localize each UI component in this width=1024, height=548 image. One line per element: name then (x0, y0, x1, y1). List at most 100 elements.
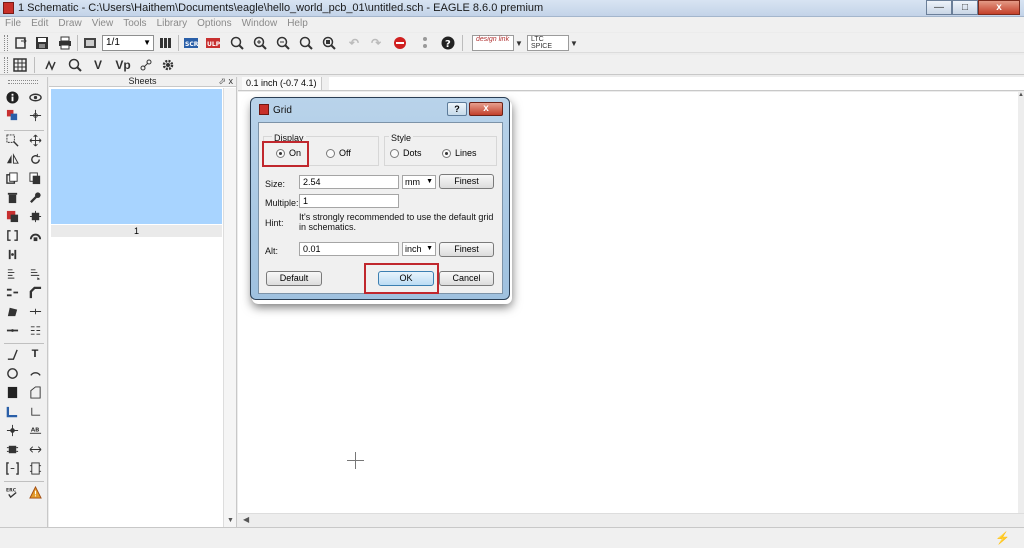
go-icon[interactable] (417, 35, 433, 51)
resize-grip-icon[interactable]: ⚡ (995, 531, 1010, 545)
help-icon[interactable]: ? (440, 35, 456, 51)
multiple-input[interactable]: 1 (299, 194, 399, 208)
dimension-icon[interactable] (28, 442, 42, 456)
script-icon[interactable]: SCR (183, 35, 199, 51)
modules-icon[interactable] (28, 461, 42, 475)
line-icon[interactable] (5, 347, 19, 361)
wrench-icon[interactable] (28, 190, 42, 204)
name-icon[interactable] (5, 266, 19, 280)
gear-icon[interactable] (160, 57, 176, 73)
delete-icon[interactable] (5, 190, 19, 204)
value-vp-icon[interactable]: Vp (114, 57, 132, 73)
erc-icon[interactable]: ERC (5, 485, 19, 499)
save-icon[interactable] (34, 35, 50, 51)
sheet-number[interactable]: 1 (51, 225, 222, 237)
alt-unit-select[interactable]: inch ▼ (402, 242, 436, 256)
group-icon[interactable] (5, 171, 19, 185)
copy-icon[interactable] (28, 171, 42, 185)
smash-icon[interactable] (5, 285, 19, 299)
pinswap-icon[interactable] (5, 228, 19, 242)
menu-file[interactable]: File (0, 17, 26, 32)
ulp-icon[interactable]: ULP (205, 35, 221, 51)
layers-icon[interactable] (5, 108, 19, 122)
menu-draw[interactable]: Draw (53, 17, 86, 32)
split-wire-icon[interactable] (5, 304, 19, 318)
zoom-select-icon[interactable] (321, 35, 337, 51)
sheet-select[interactable]: 1/1 ▼ (102, 35, 154, 51)
rectangle-icon[interactable] (5, 385, 19, 399)
circle-icon[interactable] (5, 366, 19, 380)
alt-finest-button[interactable]: Finest (439, 242, 494, 257)
canvas-vertical-scrollbar[interactable]: ▲ (1018, 92, 1024, 513)
scroll-up-icon[interactable]: ▲ (1018, 92, 1024, 98)
menu-options[interactable]: Options (192, 17, 236, 32)
stop-icon[interactable] (392, 35, 408, 51)
eye-icon[interactable] (28, 90, 42, 104)
minimize-button[interactable]: — (926, 0, 952, 15)
info-icon[interactable] (5, 90, 19, 104)
optimize-icon[interactable] (28, 304, 42, 318)
undo-icon[interactable]: ↶ (346, 35, 362, 51)
align-icon[interactable] (28, 323, 42, 337)
grid-icon[interactable] (12, 57, 28, 73)
frame-icon[interactable] (5, 461, 19, 475)
miter-icon[interactable] (28, 285, 42, 299)
cancel-button[interactable]: Cancel (439, 271, 494, 286)
slice-icon[interactable] (5, 323, 19, 337)
design-link-button[interactable]: design link (472, 35, 514, 51)
menu-help[interactable]: Help (282, 17, 313, 32)
panel-grip[interactable] (8, 80, 38, 84)
open-icon[interactable] (13, 35, 29, 51)
toolbar-grip[interactable] (4, 35, 8, 51)
size-unit-select[interactable]: mm ▼ (402, 175, 436, 189)
split-icon[interactable] (5, 247, 19, 261)
attribute-icon[interactable] (5, 442, 19, 456)
size-input[interactable]: 2.54 (299, 175, 399, 189)
chevron-down-icon[interactable]: ▼ (569, 35, 579, 51)
value-icon[interactable] (28, 266, 42, 280)
alt-input[interactable]: 0.01 (299, 242, 399, 256)
size-finest-button[interactable]: Finest (439, 174, 494, 189)
bus-icon[interactable] (5, 404, 19, 418)
cam-icon[interactable] (82, 35, 98, 51)
sheet-thumbnail[interactable] (51, 89, 222, 224)
wire-icon[interactable] (44, 57, 60, 73)
text-icon[interactable]: T (28, 347, 42, 361)
net-wire-icon[interactable] (28, 404, 42, 418)
zoom-fit-icon[interactable] (229, 35, 245, 51)
menu-view[interactable]: View (87, 17, 119, 32)
maximize-button[interactable]: □ (952, 0, 978, 15)
print-icon[interactable] (57, 35, 73, 51)
junction-icon[interactable] (5, 423, 19, 437)
net-icon[interactable] (138, 57, 154, 73)
command-line-input[interactable] (329, 77, 1024, 90)
show-icon[interactable] (67, 57, 83, 73)
library-icon[interactable] (158, 35, 174, 51)
sheets-scrollbar[interactable]: ▼ (223, 88, 236, 527)
select-icon[interactable] (5, 133, 19, 147)
value-v-icon[interactable]: V (90, 57, 106, 73)
move-icon[interactable] (28, 133, 42, 147)
dialog-close-button[interactable]: x (469, 102, 503, 116)
dialog-help-button[interactable]: ? (447, 102, 467, 116)
toolbar-grip[interactable] (4, 57, 8, 73)
style-dots-radio[interactable]: Dots (390, 148, 422, 158)
scroll-down-icon[interactable]: ▼ (227, 517, 234, 524)
warning-icon[interactable] (28, 485, 42, 499)
display-off-radio[interactable]: Off (326, 148, 351, 158)
default-button[interactable]: Default (266, 271, 322, 286)
canvas-horizontal-scrollbar[interactable]: ◀ (238, 513, 1024, 527)
zoom-redraw-icon[interactable] (298, 35, 314, 51)
style-lines-radio[interactable]: Lines (442, 148, 477, 158)
add-part-icon[interactable] (5, 209, 19, 223)
chevron-down-icon[interactable]: ▼ (514, 35, 524, 51)
polygon-icon[interactable] (28, 385, 42, 399)
replace-icon[interactable] (28, 209, 42, 223)
close-window-button[interactable]: x (978, 0, 1020, 15)
menu-edit[interactable]: Edit (26, 17, 53, 32)
sheets-header-buttons[interactable]: ⬀ x (218, 77, 233, 86)
label-icon[interactable]: AB (28, 423, 42, 437)
ltc-spice-button[interactable]: LTC SPICE (527, 35, 569, 51)
zoom-in-icon[interactable] (252, 35, 268, 51)
redo-icon[interactable]: ↷ (368, 35, 384, 51)
